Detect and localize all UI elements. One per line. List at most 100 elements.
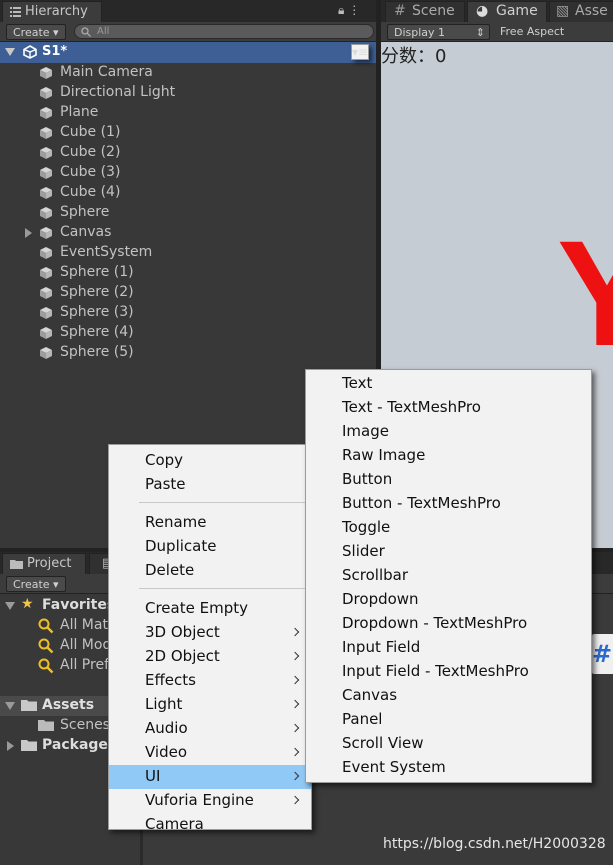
star-icon: ★ [21, 596, 34, 612]
submenu-item-canvas[interactable]: Canvas [306, 684, 591, 708]
tab-scene-label: Scene [412, 3, 455, 19]
submenu-item-event-system[interactable]: Event System [306, 756, 591, 780]
hierarchy-item-sphere-3[interactable]: Sphere (3) [0, 303, 376, 323]
chevron-right-icon [290, 651, 300, 661]
submenu-item-dropdown-textmeshpro[interactable]: Dropdown - TextMeshPro [306, 612, 591, 636]
assets-collapse-icon[interactable] [5, 702, 15, 710]
tab-game[interactable]: ◕ Game [467, 1, 547, 22]
gameobject-cube-icon [40, 307, 52, 319]
csharp-script-icon[interactable]: # [592, 634, 613, 674]
packages-label: Packages [42, 737, 117, 753]
display-select[interactable]: Display 1 ⇕ [387, 24, 490, 40]
game-tab-bar: # Scene ◕ Game ▧ Asse [381, 0, 613, 22]
menu-item-light[interactable]: Light [109, 693, 311, 717]
hierarchy-item-label: Sphere (1) [60, 264, 134, 280]
submenu-item-slider[interactable]: Slider [306, 540, 591, 564]
gameobject-cube-icon [40, 147, 52, 159]
hierarchy-item-sphere-5[interactable]: Sphere (5) [0, 343, 376, 363]
menu-item-effects[interactable]: Effects [109, 669, 311, 693]
submenu-item-button-textmeshpro[interactable]: Button - TextMeshPro [306, 492, 591, 516]
menu-item-label: Rename [145, 513, 207, 531]
menu-item-create-empty[interactable]: Create Empty [109, 597, 311, 621]
folder-icon [21, 700, 37, 711]
submenu-item-button[interactable]: Button [306, 468, 591, 492]
hierarchy-tab[interactable]: Hierarchy [2, 1, 102, 22]
submenu-item-scrollbar[interactable]: Scrollbar [306, 564, 591, 588]
submenu-item-raw-image[interactable]: Raw Image [306, 444, 591, 468]
menu-item-delete[interactable]: Delete [109, 559, 311, 583]
hierarchy-item-plane[interactable]: Plane [0, 103, 376, 123]
shopping-bag-icon: ▧ [556, 3, 570, 19]
hierarchy-item-main-camera[interactable]: Main Camera [0, 63, 376, 83]
menu-item-3d-object[interactable]: 3D Object [109, 621, 311, 645]
gameobject-cube-icon [40, 267, 52, 279]
search-icon [38, 618, 54, 634]
menu-separator [139, 588, 311, 589]
submenu-item-scroll-view[interactable]: Scroll View [306, 732, 591, 756]
submenu-item-dropdown[interactable]: Dropdown [306, 588, 591, 612]
menu-item-ui[interactable]: UI [109, 765, 311, 789]
expand-arrow-icon[interactable] [25, 228, 32, 238]
scene-row[interactable]: S1* ▾≡ [0, 42, 376, 63]
submenu-item-label: Input Field - TextMeshPro [342, 662, 529, 680]
menu-item-camera[interactable]: Camera [109, 813, 311, 837]
submenu-item-image[interactable]: Image [306, 420, 591, 444]
gameobject-cube-icon [40, 207, 52, 219]
menu-separator [139, 502, 311, 503]
hierarchy-search-input[interactable]: All [74, 24, 374, 39]
menu-item-vuforia-engine[interactable]: Vuforia Engine [109, 789, 311, 813]
hierarchy-item-sphere-1[interactable]: Sphere (1) [0, 263, 376, 283]
menu-item-rename[interactable]: Rename [109, 511, 311, 535]
hierarchy-create-button[interactable]: Create ▾ [6, 24, 66, 40]
project-create-button[interactable]: Create ▾ [6, 576, 66, 592]
hierarchy-item-label: Cube (3) [60, 164, 121, 180]
scene-collapse-icon[interactable] [5, 48, 15, 56]
submenu-item-text[interactable]: Text [306, 372, 591, 396]
hierarchy-item-label: Cube (4) [60, 184, 121, 200]
submenu-item-text-textmeshpro[interactable]: Text - TextMeshPro [306, 396, 591, 420]
menu-item-2d-object[interactable]: 2D Object [109, 645, 311, 669]
hierarchy-item-eventsystem[interactable]: EventSystem [0, 243, 376, 263]
hierarchy-item-label: Sphere (3) [60, 304, 134, 320]
menu-item-label: UI [145, 767, 161, 785]
submenu-item-input-field-textmeshpro[interactable]: Input Field - TextMeshPro [306, 660, 591, 684]
menu-item-audio[interactable]: Audio [109, 717, 311, 741]
favorites-collapse-icon[interactable] [5, 602, 15, 610]
submenu-item-input-field[interactable]: Input Field [306, 636, 591, 660]
tab-asset-store[interactable]: ▧ Asse [549, 1, 613, 22]
hierarchy-item-sphere-2[interactable]: Sphere (2) [0, 283, 376, 303]
hierarchy-item-cube-2[interactable]: Cube (2) [0, 143, 376, 163]
tab-asset-store-label: Asse [575, 3, 608, 19]
aspect-select[interactable]: Free Aspect [494, 24, 613, 40]
menu-item-label: Create Empty [145, 599, 248, 617]
assets-label: Assets [42, 697, 95, 713]
hierarchy-lock-icon[interactable]: 🔒︎ ⋮ [338, 3, 360, 18]
hierarchy-item-directional-light[interactable]: Directional Light [0, 83, 376, 103]
tab-scene[interactable]: # Scene [385, 1, 465, 22]
menu-item-label: Light [145, 695, 183, 713]
hierarchy-item-cube-1[interactable]: Cube (1) [0, 123, 376, 143]
hierarchy-item-canvas[interactable]: Canvas [0, 223, 376, 243]
hierarchy-tab-label: Hierarchy [25, 4, 88, 19]
menu-item-video[interactable]: Video [109, 741, 311, 765]
gameobject-cube-icon [40, 247, 52, 259]
menu-item-label: Effects [145, 671, 196, 689]
menu-item-label: Duplicate [145, 537, 217, 555]
hash-icon: # [592, 640, 613, 668]
packages-expand-icon[interactable] [7, 741, 14, 751]
scene-options-icon[interactable]: ▾≡ [351, 44, 370, 60]
unity-scene-icon [23, 45, 37, 59]
submenu-item-toggle[interactable]: Toggle [306, 516, 591, 540]
submenu-item-panel[interactable]: Panel [306, 708, 591, 732]
create-label: Create [13, 26, 50, 39]
project-tab[interactable]: Project [2, 553, 86, 574]
menu-item-paste[interactable]: Paste [109, 473, 311, 497]
menu-item-duplicate[interactable]: Duplicate [109, 535, 311, 559]
hierarchy-item-sphere[interactable]: Sphere [0, 203, 376, 223]
hierarchy-item-sphere-4[interactable]: Sphere (4) [0, 323, 376, 343]
menu-item-copy[interactable]: Copy [109, 449, 311, 473]
search-icon [38, 658, 54, 674]
search-icon [81, 27, 91, 37]
hierarchy-item-cube-4[interactable]: Cube (4) [0, 183, 376, 203]
hierarchy-item-cube-3[interactable]: Cube (3) [0, 163, 376, 183]
